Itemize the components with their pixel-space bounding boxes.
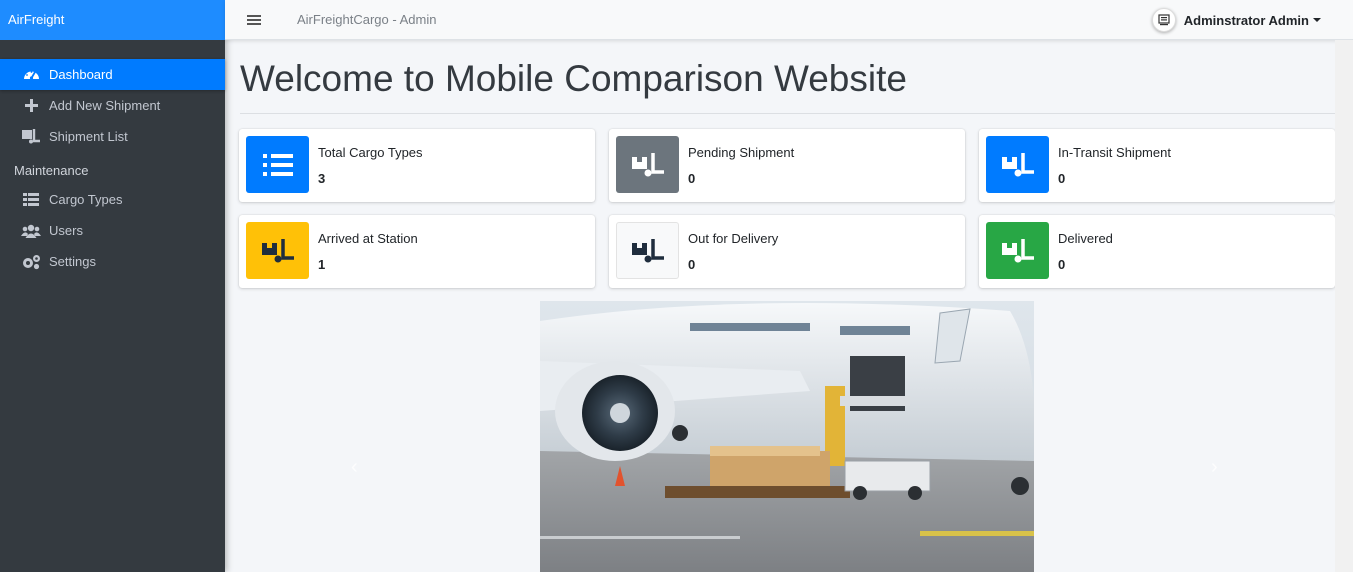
th-list-icon (20, 192, 42, 208)
stat-value: 1 (318, 257, 326, 272)
stat-card-in-transit-shipment: In-Transit Shipment 0 (979, 129, 1335, 202)
stat-value: 0 (688, 257, 696, 272)
sidebar-item-label: Users (49, 223, 83, 238)
menu-toggle-icon[interactable] (247, 13, 261, 27)
sidebar-item-add-shipment[interactable]: Add New Shipment (0, 90, 225, 121)
stat-label: Arrived at Station (318, 231, 418, 246)
brand-logo[interactable]: AirFreight (0, 0, 225, 40)
sidebar-item-label: Add New Shipment (49, 98, 161, 113)
sidebar-item-settings[interactable]: Settings (0, 246, 225, 277)
sidebar: AirFreight Dashboard Add New Shipment Sh… (0, 0, 225, 572)
user-name: Adminstrator Admin (1183, 12, 1309, 28)
stat-card-pending-shipment: Pending Shipment 0 (609, 129, 965, 202)
sidebar-section-maintenance: Maintenance (14, 163, 89, 178)
sidebar-item-label: Dashboard (49, 67, 113, 82)
stat-label: Pending Shipment (688, 145, 795, 160)
stat-label: Total Cargo Types (318, 145, 423, 160)
stat-value: 0 (1058, 171, 1066, 186)
stat-value: 3 (318, 171, 326, 186)
sidebar-item-label: Settings (49, 254, 96, 269)
list-icon (246, 136, 309, 193)
carousel-next-button[interactable]: › (1211, 456, 1218, 479)
stat-label: In-Transit Shipment (1058, 145, 1171, 160)
main-content: Welcome to Mobile Comparison Website (240, 40, 1335, 114)
sidebar-nav: Dashboard Add New Shipment Shipment List… (0, 59, 225, 277)
stat-card-delivered: Delivered 0 (979, 215, 1335, 288)
stat-value: 0 (1058, 257, 1066, 272)
page-title: Welcome to Mobile Comparison Website (240, 58, 907, 99)
stat-value: 0 (688, 171, 696, 186)
users-icon (20, 223, 42, 239)
caret-down-icon (1313, 18, 1321, 22)
sidebar-item-shipment-list[interactable]: Shipment List (0, 121, 225, 152)
stat-label: Delivered (1058, 231, 1113, 246)
cogs-icon (20, 254, 42, 270)
dolly-icon (20, 129, 42, 145)
dolly-icon (986, 222, 1049, 279)
avatar (1151, 8, 1176, 32)
divider (240, 113, 1335, 114)
carousel-image (540, 301, 1034, 572)
sidebar-item-cargo-types[interactable]: Cargo Types (0, 184, 225, 215)
top-navbar: AirFreightCargo - Admin Adminstrator Adm… (225, 0, 1353, 40)
stat-card-total-cargo-types: Total Cargo Types 3 (239, 129, 595, 202)
dolly-icon (246, 222, 309, 279)
vertical-scrollbar[interactable] (1335, 40, 1353, 572)
sidebar-item-label: Cargo Types (49, 192, 123, 207)
sidebar-item-users[interactable]: Users (0, 215, 225, 246)
carousel-prev-button[interactable]: ‹ (351, 456, 358, 479)
dolly-icon (616, 136, 679, 193)
sidebar-item-dashboard[interactable]: Dashboard (0, 59, 225, 90)
dolly-icon (616, 222, 679, 279)
tachometer-icon (20, 67, 42, 83)
stat-card-out-for-delivery: Out for Delivery 0 (609, 215, 965, 288)
sidebar-item-label: Shipment List (49, 129, 128, 144)
dolly-icon (986, 136, 1049, 193)
stat-label: Out for Delivery (688, 231, 779, 246)
stat-card-arrived-at-station: Arrived at Station 1 (239, 215, 595, 288)
app-title: AirFreightCargo - Admin (297, 12, 437, 27)
user-menu-dropdown[interactable]: Adminstrator Admin (1151, 8, 1321, 32)
airplane-cargo-image (540, 301, 1034, 572)
plus-icon (20, 98, 42, 114)
